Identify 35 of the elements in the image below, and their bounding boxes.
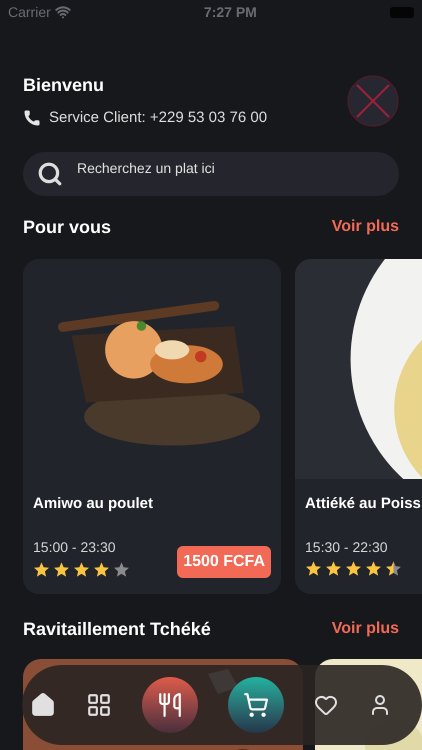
star-icon [385,560,402,577]
star-icon [33,560,50,578]
star-icon [365,560,382,577]
opening-hours: 15:30 - 22:30 [304,538,389,557]
wifi-icon [54,4,71,20]
star-icon [73,560,90,578]
cart-icon [243,692,269,718]
carrier-label: Carrier [8,2,51,22]
star-icon [325,560,342,577]
section-title: Ravitaillement Tchéké [23,618,211,640]
star-icon [345,560,362,577]
search-icon [37,160,63,186]
clock: 7:27 PM [204,2,257,22]
grid-icon[interactable] [86,692,112,718]
avatar-placeholder-icon [347,74,399,127]
star-icon [305,560,322,577]
opening-hours: 15:00 - 23:30 [32,538,117,557]
home-icon[interactable] [30,692,56,718]
see-more-link[interactable]: Voir plus [332,617,399,641]
dish-name: Attiéké au Poiss [304,494,422,514]
star-icon [93,560,110,578]
service-client-text: Service Client: +229 53 03 76 00 [49,108,268,128]
dish-name: Amiwo au poulet [32,494,154,514]
price-tag: 1500 FCFA [177,546,271,578]
star-icon [113,560,130,578]
section-title: Pour vous [23,216,112,238]
dish-card[interactable]: Attiéké au Poiss 15:30 - 22:30 [295,258,422,594]
star-icon [53,560,70,578]
heart-icon[interactable] [314,693,338,717]
phone-icon [23,109,41,128]
see-more-link[interactable]: Voir plus [332,215,399,239]
greeting: Bienvenu [23,74,106,97]
cutlery-icon [157,692,183,718]
dish-card[interactable]: Amiwo au poulet 15:00 - 23:30 1500 FCFA [23,258,281,594]
search-field[interactable]: Recherchez un plat ici [23,152,399,196]
